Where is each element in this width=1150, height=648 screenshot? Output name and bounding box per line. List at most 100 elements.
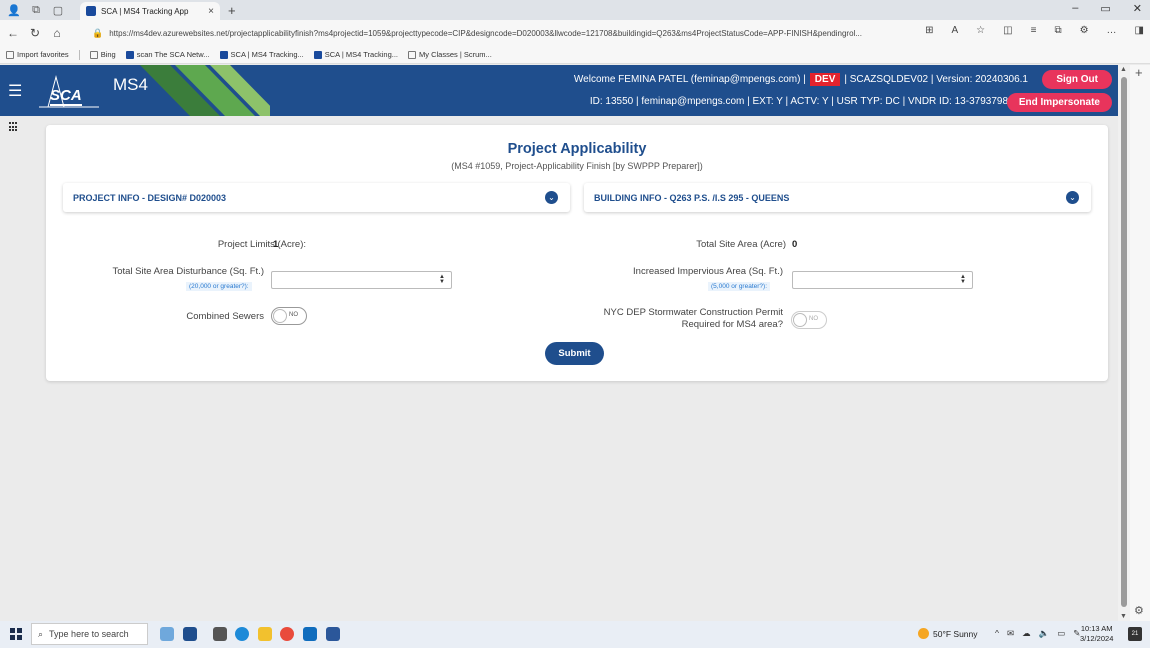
paint-app-icon[interactable] bbox=[160, 627, 174, 641]
sun-icon bbox=[918, 628, 929, 639]
favorite-item[interactable]: SCA | MS4 Tracking... bbox=[313, 50, 398, 59]
project-info-title: PROJECT INFO - DESIGN# D020003 bbox=[73, 192, 227, 203]
app-grid-icon[interactable] bbox=[9, 122, 19, 132]
favorite-item[interactable]: Bing bbox=[89, 50, 116, 59]
home-icon[interactable]: ⌂ bbox=[48, 26, 66, 40]
collections-icon[interactable]: ⧉ bbox=[1054, 25, 1061, 36]
outlook-icon[interactable] bbox=[303, 627, 317, 641]
browser-tab-bar: 👤 ⧉ ▢ SCA | MS4 Tracking App × + – ▭ ✕ bbox=[0, 0, 1150, 20]
nycdep-toggle[interactable]: NO bbox=[791, 311, 827, 329]
close-tab-icon[interactable]: × bbox=[208, 6, 214, 17]
mail-icon[interactable]: ✉ bbox=[1007, 628, 1014, 639]
logo-text: SCA bbox=[50, 87, 82, 106]
scrum-icon bbox=[408, 50, 416, 59]
file-explorer-icon[interactable] bbox=[258, 627, 272, 641]
project-info-panel[interactable]: PROJECT INFO - DESIGN# D020003 ⌄ bbox=[63, 183, 570, 212]
page-subtitle: (MS4 #1059, Project-Applicability Finish… bbox=[451, 161, 703, 171]
scroll-down-icon[interactable]: ▼ bbox=[1120, 613, 1127, 620]
edge-browser-icon[interactable] bbox=[235, 627, 249, 641]
chevron-down-icon[interactable]: ⌄ bbox=[545, 191, 558, 204]
sca-icon bbox=[313, 50, 322, 59]
add-sidebar-icon[interactable]: + bbox=[1135, 65, 1143, 80]
word-icon[interactable] bbox=[326, 627, 340, 641]
notification-icon[interactable]: 21 bbox=[1128, 627, 1142, 641]
combined-sewers-label: Combined Sewers bbox=[186, 311, 264, 322]
page-icon bbox=[89, 50, 98, 59]
welcome-line: Welcome FEMINA PATEL (feminap@mpengs.com… bbox=[574, 73, 1028, 86]
total-site-area-label: Total Site Area (Acre) bbox=[696, 239, 786, 250]
split-screen-icon[interactable]: ◫ bbox=[1003, 25, 1012, 36]
site-info-icon[interactable]: 🔒 bbox=[92, 28, 103, 39]
divider bbox=[78, 49, 80, 60]
sidebar-toggle-icon[interactable]: ◨ bbox=[1135, 25, 1144, 36]
taskbar-clock[interactable]: 10:13 AM 3/12/2024 bbox=[1080, 624, 1113, 644]
task-view-icon[interactable] bbox=[213, 627, 227, 641]
toggle-knob bbox=[273, 309, 287, 323]
new-tab-icon[interactable]: + bbox=[228, 3, 236, 18]
profile-icon[interactable]: 👤 bbox=[6, 2, 22, 18]
read-aloud-icon[interactable]: A bbox=[952, 25, 959, 36]
favorite-item[interactable]: My Classes | Scrum... bbox=[408, 50, 492, 59]
toggle-knob bbox=[793, 313, 807, 327]
env-badge: DEV bbox=[809, 73, 841, 86]
scrollbar-thumb[interactable] bbox=[1121, 77, 1127, 607]
window-controls: – ▭ ✕ bbox=[1072, 2, 1142, 15]
submit-button[interactable]: Submit bbox=[545, 342, 604, 365]
disturbance-hint: (20,000 or greater?): bbox=[186, 282, 252, 291]
restore-icon[interactable]: ▭ bbox=[1100, 2, 1110, 15]
favorites-icon[interactable]: ≡ bbox=[1031, 25, 1037, 36]
back-icon[interactable]: ← bbox=[4, 26, 22, 40]
nycdep-label: NYC DEP Stormwater Construction Permit R… bbox=[603, 307, 783, 330]
favorites-bar: Import favorites Bing scan The SCA Netw.… bbox=[0, 46, 1150, 64]
browser-tab[interactable]: SCA | MS4 Tracking App × bbox=[80, 2, 220, 20]
settings-gear-icon[interactable]: ⚙ bbox=[1134, 604, 1144, 617]
favorite-item[interactable]: Import favorites bbox=[6, 50, 69, 59]
extensions-icon[interactable]: ⚙ bbox=[1080, 25, 1089, 36]
favorite-item[interactable]: SCA | MS4 Tracking... bbox=[219, 50, 304, 59]
sign-out-button[interactable]: Sign Out bbox=[1042, 70, 1112, 89]
volume-icon[interactable]: 🔈 bbox=[1039, 628, 1050, 639]
more-icon[interactable]: … bbox=[1107, 25, 1117, 36]
network-icon[interactable]: ▭ bbox=[1057, 628, 1065, 639]
scroll-up-icon[interactable]: ▲ bbox=[1120, 66, 1127, 73]
favorite-item[interactable]: scan The SCA Netw... bbox=[125, 50, 210, 59]
disturbance-input[interactable]: ▲ ▼ bbox=[271, 271, 452, 289]
combined-sewers-toggle[interactable]: NO bbox=[271, 307, 307, 325]
chevron-up-icon[interactable]: ^ bbox=[995, 628, 999, 639]
weather-widget[interactable]: 50°F Sunny bbox=[918, 628, 978, 639]
close-window-icon[interactable]: ✕ bbox=[1133, 2, 1142, 15]
end-impersonate-button[interactable]: End Impersonate bbox=[1006, 93, 1112, 112]
building-info-panel[interactable]: BUILDING INFO - Q263 P.S. /I.S 295 - QUE… bbox=[584, 183, 1091, 212]
url-text: https://ms4dev.azurewebsites.net/project… bbox=[109, 28, 862, 38]
user-info: ID: 13550 | feminap@mpengs.com | EXT: Y … bbox=[589, 96, 1008, 107]
left-rail bbox=[0, 116, 30, 621]
onedrive-icon[interactable]: ☁ bbox=[1022, 628, 1031, 639]
favorite-star-icon[interactable]: ☆ bbox=[976, 25, 985, 36]
project-limits-value: 1 bbox=[273, 239, 279, 250]
sca-icon bbox=[125, 50, 134, 59]
app-available-icon[interactable]: ⊞ bbox=[925, 25, 933, 36]
workspaces-icon[interactable]: ⧉ bbox=[28, 2, 44, 18]
system-tray: ^ ✉ ☁ 🔈 ▭ ✎ bbox=[995, 628, 1080, 639]
project-applicability-card: Project Applicability (MS4 #1059, Projec… bbox=[46, 125, 1108, 381]
spinner-icon[interactable]: ▲ ▼ bbox=[960, 274, 966, 285]
minimize-icon[interactable]: – bbox=[1072, 2, 1078, 15]
user-app-icon[interactable] bbox=[183, 627, 197, 641]
address-toolbar: ← ↻ ⌂ 🔒 https://ms4dev.azurewebsites.net… bbox=[0, 20, 1150, 46]
disturbance-label: Total Site Area Disturbance (Sq. Ft.) bbox=[112, 266, 264, 277]
address-input[interactable]: 🔒 https://ms4dev.azurewebsites.net/proje… bbox=[92, 24, 952, 42]
server-info: | SCAZSQLDEV02 | Version: 20240306.1 bbox=[844, 74, 1028, 85]
spinner-icon[interactable]: ▲ ▼ bbox=[439, 274, 445, 285]
vertical-scrollbar[interactable]: ▲ ▼ bbox=[1118, 65, 1130, 621]
building-info-title: BUILDING INFO - Q263 P.S. /I.S 295 - QUE… bbox=[594, 192, 790, 203]
search-icon: ⌕ bbox=[38, 628, 44, 639]
tab-actions-icon[interactable]: ▢ bbox=[50, 2, 66, 18]
windows-start-icon[interactable] bbox=[10, 628, 22, 640]
taskbar-search-input[interactable]: ⌕ Type here to search bbox=[31, 623, 148, 645]
refresh-icon[interactable]: ↻ bbox=[26, 26, 44, 40]
chrome-icon[interactable] bbox=[280, 627, 294, 641]
chevron-down-icon[interactable]: ⌄ bbox=[1066, 191, 1079, 204]
welcome-text: Welcome FEMINA PATEL (feminap@mpengs.com… bbox=[573, 74, 806, 85]
hamburger-menu-icon[interactable]: ☰ bbox=[8, 81, 22, 101]
impervious-input[interactable]: ▲ ▼ bbox=[792, 271, 973, 289]
